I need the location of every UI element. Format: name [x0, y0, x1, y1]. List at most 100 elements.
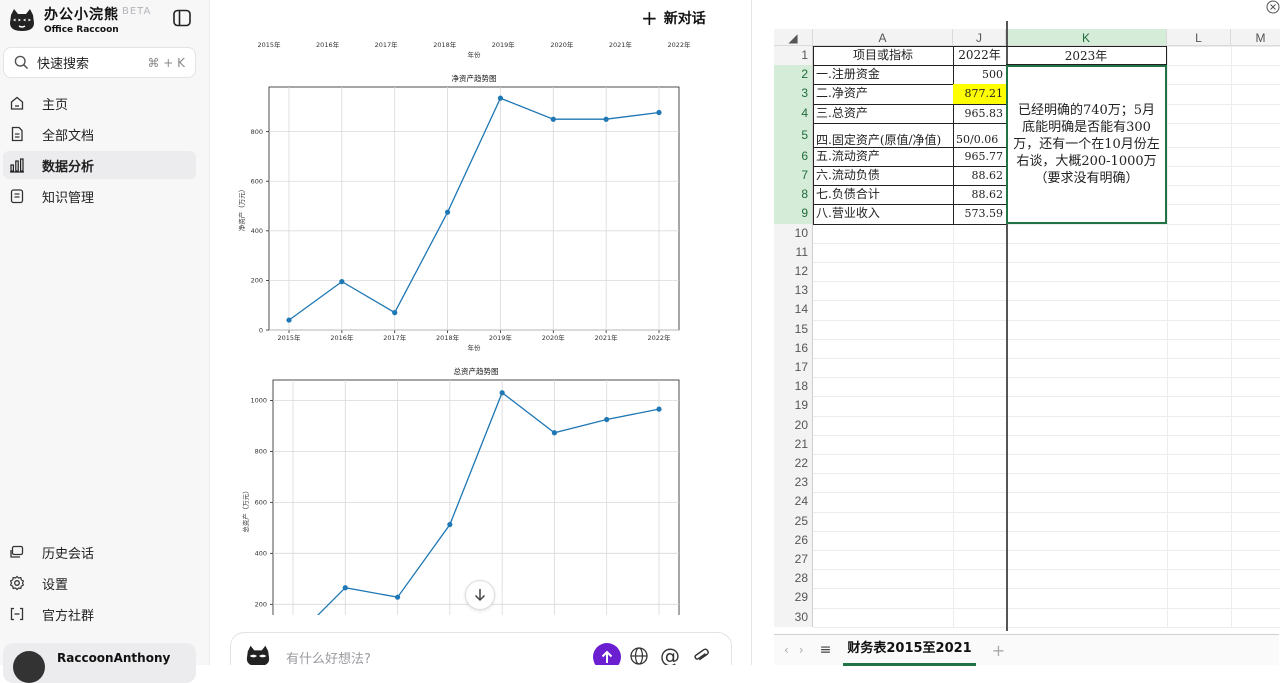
row-header[interactable]: 8	[774, 185, 813, 205]
cell-value[interactable]: 877.21	[953, 84, 1006, 104]
sidebar: 办公小浣熊 Office Raccoon BETA 快速搜索 ⌘ + K 主页 …	[0, 0, 210, 683]
row-header[interactable]: 24	[774, 492, 813, 512]
nav-settings[interactable]: 设置	[3, 569, 196, 597]
cell-value[interactable]: 965.77	[953, 147, 1006, 166]
row-header[interactable]: 5	[774, 122, 813, 147]
attachment-icon[interactable]	[690, 645, 712, 665]
column-header[interactable]: M	[1231, 29, 1280, 46]
nav-history[interactable]: 历史会话	[3, 538, 196, 566]
row-header[interactable]: 16	[774, 338, 813, 358]
row-header[interactable]: 18	[774, 377, 813, 397]
grid-line	[813, 358, 1280, 359]
row-header[interactable]: 1	[774, 46, 813, 66]
grid-line	[813, 492, 1280, 494]
cell-item[interactable]: 四.固定资产(原值/净值)	[813, 123, 953, 147]
grid-line	[813, 473, 1280, 475]
x-tick-label: 2015年	[277, 333, 301, 342]
knowledge-icon	[10, 189, 24, 204]
column-header[interactable]: L	[1167, 29, 1231, 46]
sheet-tab[interactable]: 财务表2015至2021	[843, 635, 976, 666]
row-header[interactable]: 9	[774, 204, 813, 224]
tab-prev-icon[interactable]: ‹	[784, 643, 789, 657]
grid-line	[1167, 46, 1168, 627]
user-card[interactable]: RaccoonAnthony	[3, 643, 196, 683]
nav-data-analysis[interactable]: 数据分析	[3, 151, 196, 179]
data-point	[447, 521, 453, 528]
row-header[interactable]: 6	[774, 146, 813, 166]
sidebar-toggle-icon[interactable]	[172, 8, 192, 28]
x-tick-label: 2017年	[375, 40, 399, 49]
row-header[interactable]: 4	[774, 103, 813, 123]
nav-label: 设置	[42, 577, 69, 593]
cell-item[interactable]: 一.注册资金	[813, 65, 953, 84]
cell-header-year[interactable]: 2023年	[1006, 46, 1167, 66]
cell-header-item[interactable]: 项目或指标	[813, 46, 953, 65]
column-header[interactable]: J	[953, 29, 1006, 46]
nav-all-docs[interactable]: 全部文档	[3, 120, 196, 148]
cell-item[interactable]: 六.流动负债	[813, 166, 953, 185]
globe-icon[interactable]	[628, 645, 650, 665]
row-header[interactable]: 10	[774, 223, 813, 243]
data-point	[656, 406, 662, 412]
row-header[interactable]: 30	[774, 607, 813, 627]
cell-value[interactable]: 50/0.06	[953, 123, 1006, 147]
scroll-down-button[interactable]	[465, 580, 495, 610]
select-all-corner[interactable]: ◢	[774, 29, 813, 46]
send-button[interactable]	[593, 643, 621, 665]
row-header[interactable]: 19	[774, 396, 813, 416]
data-point	[394, 594, 401, 600]
row-header[interactable]: 23	[774, 473, 813, 493]
row-header[interactable]: 3	[774, 84, 813, 104]
row-header[interactable]: 15	[774, 319, 813, 339]
cell-header-year[interactable]: 2022年	[953, 46, 1006, 65]
cell-value[interactable]: 965.83	[953, 104, 1006, 123]
close-icon[interactable]	[1266, 0, 1280, 14]
row-header[interactable]: 14	[774, 300, 813, 320]
row-header[interactable]: 22	[774, 454, 813, 474]
grid-line	[813, 569, 1280, 571]
add-sheet-icon[interactable]: +	[992, 641, 1005, 660]
row-header[interactable]: 21	[774, 434, 813, 454]
at-mention-icon[interactable]: @	[659, 644, 681, 665]
grid-line	[813, 396, 1280, 398]
y-tick-label: 200	[255, 601, 267, 609]
cell-item[interactable]: 八.营业收入	[813, 204, 953, 223]
cell-item[interactable]: 二.净资产	[813, 84, 953, 103]
column-header[interactable]: K	[1006, 29, 1167, 46]
row-header[interactable]: 7	[774, 166, 813, 186]
cell-item[interactable]: 三.总资产	[813, 104, 953, 123]
cell-value[interactable]: 500	[953, 65, 1006, 84]
column-header[interactable]: A	[813, 29, 953, 46]
tab-next-icon[interactable]: ›	[799, 643, 804, 657]
row-header[interactable]: 26	[774, 530, 813, 550]
row-header[interactable]: 17	[774, 358, 813, 378]
row-header[interactable]: 13	[774, 281, 813, 301]
merged-note-cell[interactable]: 已经明确的740万；5月底能明确是否能有300万，还有一个在10月份左右谈，大概…	[1006, 65, 1167, 224]
row-header[interactable]: 12	[774, 262, 813, 282]
grid-line	[813, 511, 1280, 513]
cell-value[interactable]: 88.62	[953, 185, 1006, 204]
x-tick-label: 2019年	[489, 333, 513, 342]
cell-item[interactable]: 七.负债合计	[813, 185, 953, 204]
nav-community[interactable]: 官方社群	[3, 600, 196, 628]
cell-value[interactable]: 88.62	[953, 166, 1006, 185]
cell-value[interactable]: 573.59	[953, 204, 1006, 223]
row-header[interactable]: 27	[774, 550, 813, 570]
row-header[interactable]: 20	[774, 415, 813, 435]
sheet-menu-icon[interactable]: ≡	[820, 642, 832, 658]
row-header[interactable]: 2	[774, 65, 813, 85]
nav-knowledge[interactable]: 知识管理	[3, 182, 196, 210]
nav-home[interactable]: 主页	[3, 89, 196, 117]
row-header[interactable]: 29	[774, 588, 813, 608]
chat-input-box[interactable]: 有什么好想法? @	[230, 632, 732, 665]
row-header[interactable]: 28	[774, 569, 813, 589]
plot-area	[268, 86, 680, 331]
quick-search[interactable]: 快速搜索 ⌘ + K	[3, 47, 196, 78]
y-tick-label: 400	[255, 550, 267, 558]
chat-input-placeholder[interactable]: 有什么好想法?	[286, 648, 371, 665]
cell-item[interactable]: 五.流动资产	[813, 147, 953, 166]
brand[interactable]: 办公小浣熊 Office Raccoon	[8, 4, 119, 35]
row-header[interactable]: 11	[774, 242, 813, 262]
raccoon-logo-icon	[10, 8, 34, 31]
row-header[interactable]: 25	[774, 511, 813, 531]
